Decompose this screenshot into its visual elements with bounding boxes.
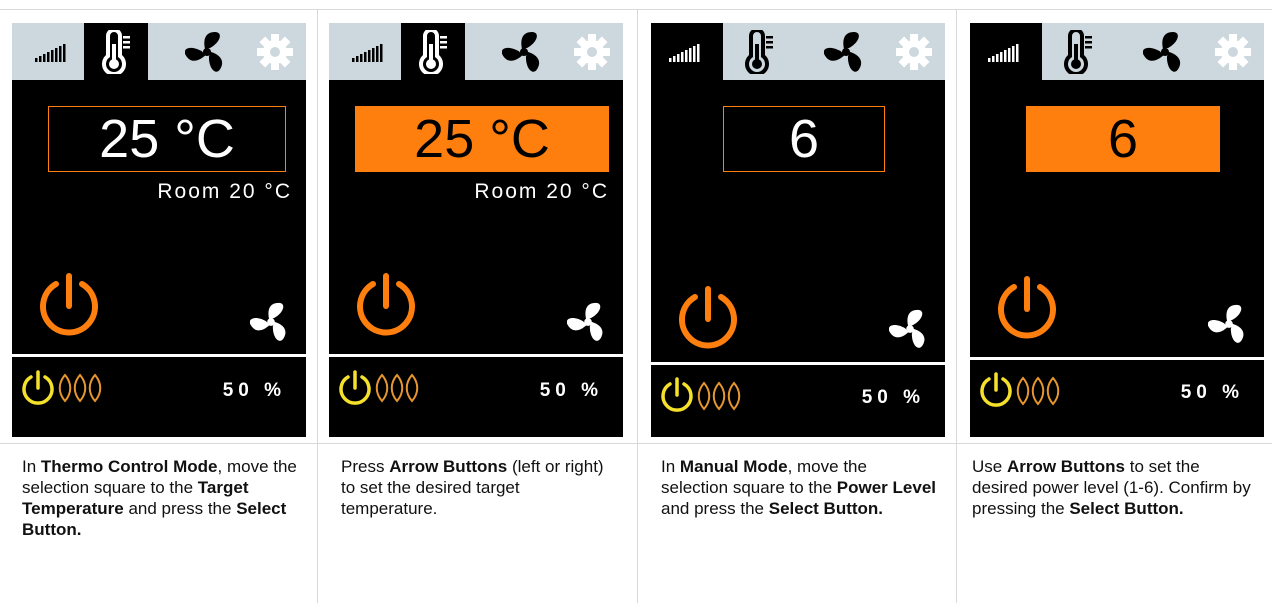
divider — [329, 354, 623, 357]
tab-fan[interactable] — [167, 23, 247, 80]
target-temperature-value: 25 °C — [99, 109, 235, 169]
power-bars-icon — [352, 43, 383, 62]
grid-line-middle — [0, 443, 1272, 444]
fan-icon — [1143, 31, 1184, 73]
flames-icon — [375, 373, 419, 403]
thermometer-icon — [745, 29, 773, 74]
grid-line-v1 — [317, 9, 318, 603]
power-icon — [980, 372, 1012, 407]
flames-icon — [697, 381, 741, 411]
divider — [12, 354, 306, 357]
caption-text: Power Level — [836, 478, 936, 497]
caption-text: and press the — [661, 499, 769, 518]
power-bars-icon — [669, 43, 700, 62]
caption-4: Use Arrow Buttons to set the desired pow… — [972, 456, 1252, 519]
tab-settings[interactable] — [1208, 23, 1258, 80]
target-temperature-box[interactable]: 25 °C — [48, 106, 286, 172]
tab-bar — [12, 23, 306, 80]
tab-power-bars[interactable] — [24, 23, 82, 80]
tab-fan[interactable] — [806, 23, 886, 80]
gear-icon — [574, 33, 610, 70]
caption-text: Select Button. — [768, 499, 884, 518]
caption-text: and press the — [123, 499, 237, 518]
power-level-value: 6 — [788, 109, 820, 169]
caption-text: Arrow Buttons — [389, 457, 508, 476]
tab-thermometer[interactable] — [1046, 23, 1110, 80]
caption-3: In Manual Mode, move the selection squar… — [661, 456, 936, 519]
caption-1: In Thermo Control Mode, move the selecti… — [22, 456, 307, 540]
power-percent: 50 % — [222, 380, 286, 401]
power-bars-icon — [35, 43, 66, 62]
gear-icon — [257, 33, 293, 70]
power-icon[interactable] — [673, 283, 743, 355]
thermometer-icon — [419, 29, 447, 74]
power-icon[interactable] — [34, 270, 104, 342]
power-percent: 50 % — [539, 380, 603, 401]
tab-fan[interactable] — [484, 23, 564, 80]
power-level-box[interactable]: 6 — [723, 106, 885, 172]
grid-line-v3 — [956, 9, 957, 603]
caption-text: Press — [341, 457, 390, 476]
tab-fan[interactable] — [1125, 23, 1205, 80]
tab-settings[interactable] — [889, 23, 939, 80]
power-percent: 50 % — [861, 387, 925, 408]
tab-settings[interactable] — [250, 23, 300, 80]
power-icon — [661, 377, 693, 412]
grid-line-top — [0, 9, 1272, 10]
fan-icon[interactable] — [567, 301, 609, 343]
tab-bar — [651, 23, 945, 80]
fan-icon — [824, 31, 865, 73]
fan-icon[interactable] — [250, 301, 292, 343]
device-screen-3: 6 50 % — [651, 23, 945, 437]
device-screen-4: 6 50 % — [970, 23, 1264, 437]
fan-icon[interactable] — [889, 308, 931, 350]
power-icon[interactable] — [992, 273, 1062, 345]
power-bars-icon — [988, 43, 1019, 62]
fan-icon — [185, 31, 226, 73]
caption-text: In — [661, 457, 680, 476]
gear-icon — [1215, 33, 1251, 70]
room-temperature: Room 20 °C — [157, 180, 292, 203]
tab-thermometer[interactable] — [727, 23, 791, 80]
tab-thermometer[interactable] — [84, 23, 148, 80]
tab-power-bars[interactable] — [341, 23, 399, 80]
flames-icon — [58, 373, 102, 403]
power-icon — [22, 370, 54, 405]
room-temperature: Room 20 °C — [474, 180, 609, 203]
caption-text: In — [22, 457, 41, 476]
power-percent: 50 % — [1180, 382, 1244, 403]
tab-settings[interactable] — [567, 23, 617, 80]
tab-power-bars[interactable] — [970, 23, 1042, 80]
thermometer-icon — [102, 29, 130, 74]
caption-text: Thermo Control Mode — [40, 457, 218, 476]
caption-2: Press Arrow Buttons (left or right) to s… — [341, 456, 616, 519]
device-screen-1: 25 °C Room 20 °C 50 % — [12, 23, 306, 437]
target-temperature-box[interactable]: 25 °C — [355, 106, 609, 172]
tab-bar — [329, 23, 623, 80]
divider — [651, 362, 945, 365]
caption-text: Select Button. — [1069, 499, 1184, 518]
tab-bar — [970, 23, 1264, 80]
fan-icon[interactable] — [1208, 303, 1250, 345]
gear-icon — [896, 33, 932, 70]
divider — [970, 357, 1264, 360]
target-temperature-value: 25 °C — [414, 109, 550, 169]
tab-thermometer[interactable] — [401, 23, 465, 80]
device-screen-2: 25 °C Room 20 °C 50 % — [329, 23, 623, 437]
thermometer-icon — [1064, 29, 1092, 74]
grid-line-v2 — [637, 9, 638, 603]
fan-icon — [502, 31, 543, 73]
power-level-box[interactable]: 6 — [1026, 106, 1220, 172]
caption-text: Arrow Buttons — [1006, 457, 1126, 476]
power-icon[interactable] — [351, 270, 421, 342]
power-level-value: 6 — [1107, 109, 1139, 169]
flames-icon — [1016, 376, 1060, 406]
power-icon — [339, 370, 371, 405]
caption-text: Manual Mode — [679, 457, 788, 476]
caption-text: Use — [972, 457, 1007, 476]
tab-power-bars[interactable] — [651, 23, 723, 80]
